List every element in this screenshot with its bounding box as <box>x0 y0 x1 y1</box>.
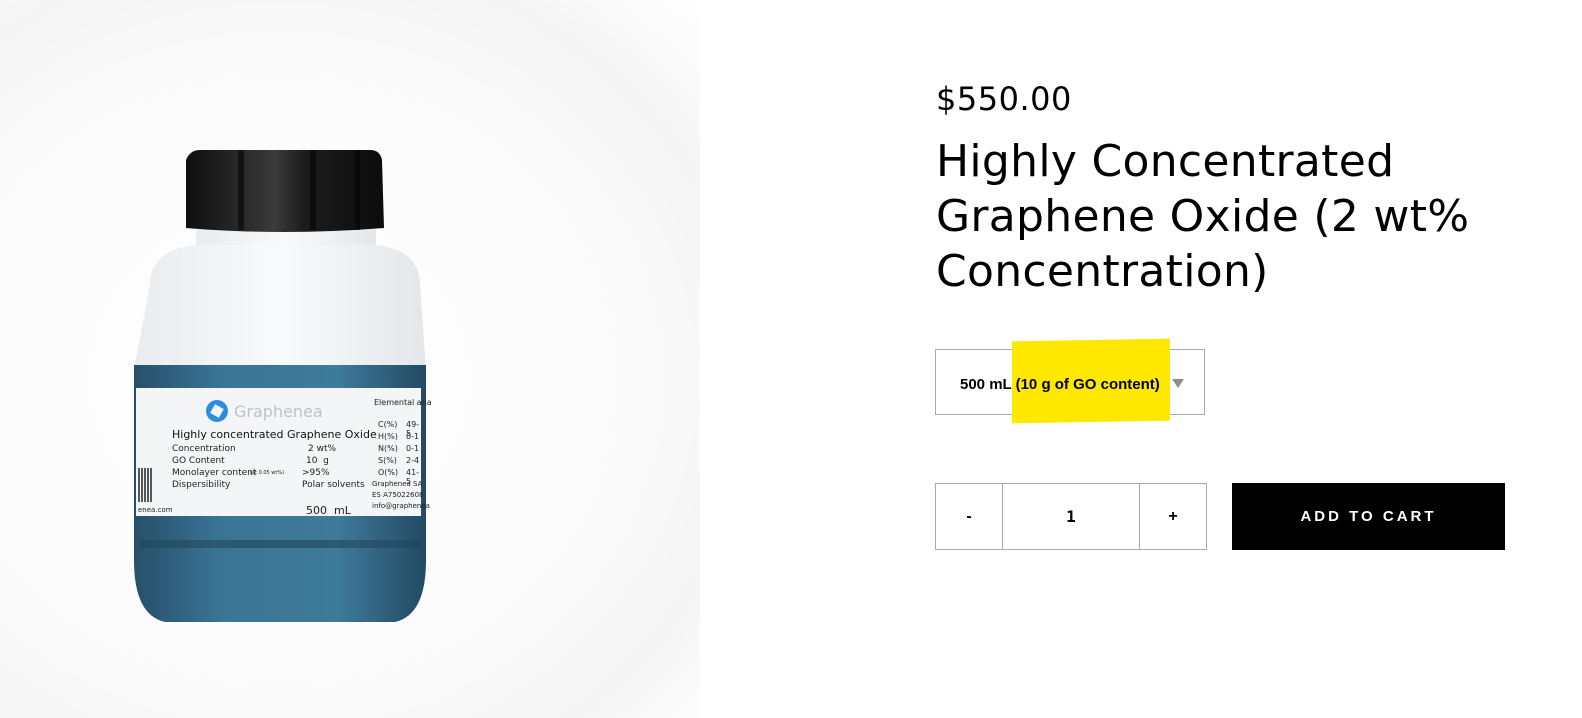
label-value: >95% <box>302 468 330 478</box>
variant-select[interactable]: 500 mL (10 g of GO content) <box>935 338 1205 424</box>
element-key: H(%) <box>378 432 398 441</box>
company-name: Graphenea SA <box>372 480 423 488</box>
label-key: Concentration <box>172 444 236 454</box>
label-key: Monolayer content <box>172 468 257 478</box>
label-note: (at 0.05 wt%) <box>250 470 285 476</box>
elemental-title: Elemental ana <box>374 398 432 407</box>
label-product-name: Highly concentrated Graphene Oxide <box>172 428 377 441</box>
label-key: Dispersibility <box>172 480 231 490</box>
product-price: $550.00 <box>936 80 1072 118</box>
chevron-down-icon <box>1172 379 1184 388</box>
element-key: N(%) <box>378 444 398 453</box>
label-volume: 500 mL <box>306 504 351 517</box>
add-to-cart-button[interactable]: ADD TO CART <box>1232 483 1505 550</box>
element-value: 0-1 <box>406 444 420 453</box>
variant-selected-value: 500 mL (10 g of GO content) <box>960 376 1160 393</box>
company-id: ES A75022608 <box>372 491 424 499</box>
element-key: O(%) <box>378 468 399 477</box>
brand-name: Graphenea <box>234 402 323 421</box>
quantity-decrease-button[interactable]: - <box>936 484 1003 549</box>
product-title: Highly Concentrated Graphene Oxide (2 wt… <box>936 136 1470 297</box>
label-value: 10 g <box>306 456 329 466</box>
qr-code-icon <box>138 468 152 502</box>
quantity-input[interactable]: 1 <box>1003 484 1139 549</box>
element-value: 0-1 <box>406 432 420 441</box>
quantity-stepper: - 1 + <box>935 483 1207 550</box>
bottle-illustration <box>134 150 426 622</box>
element-key: C(%) <box>378 420 398 429</box>
element-value: 2-4 <box>406 456 420 465</box>
label-value: 2 wt% <box>308 444 337 454</box>
company-email: info@graphenea <box>372 502 430 510</box>
bottle-label: Graphenea Highly concentrated Graphene O… <box>136 388 432 517</box>
product-image: Graphenea Highly concentrated Graphene O… <box>0 0 700 718</box>
quantity-increase-button[interactable]: + <box>1139 484 1206 549</box>
label-key: GO Content <box>172 456 225 466</box>
label-value: Polar solvents <box>302 480 365 490</box>
label-website: enea.com <box>138 506 173 514</box>
element-key: S(%) <box>378 456 397 465</box>
